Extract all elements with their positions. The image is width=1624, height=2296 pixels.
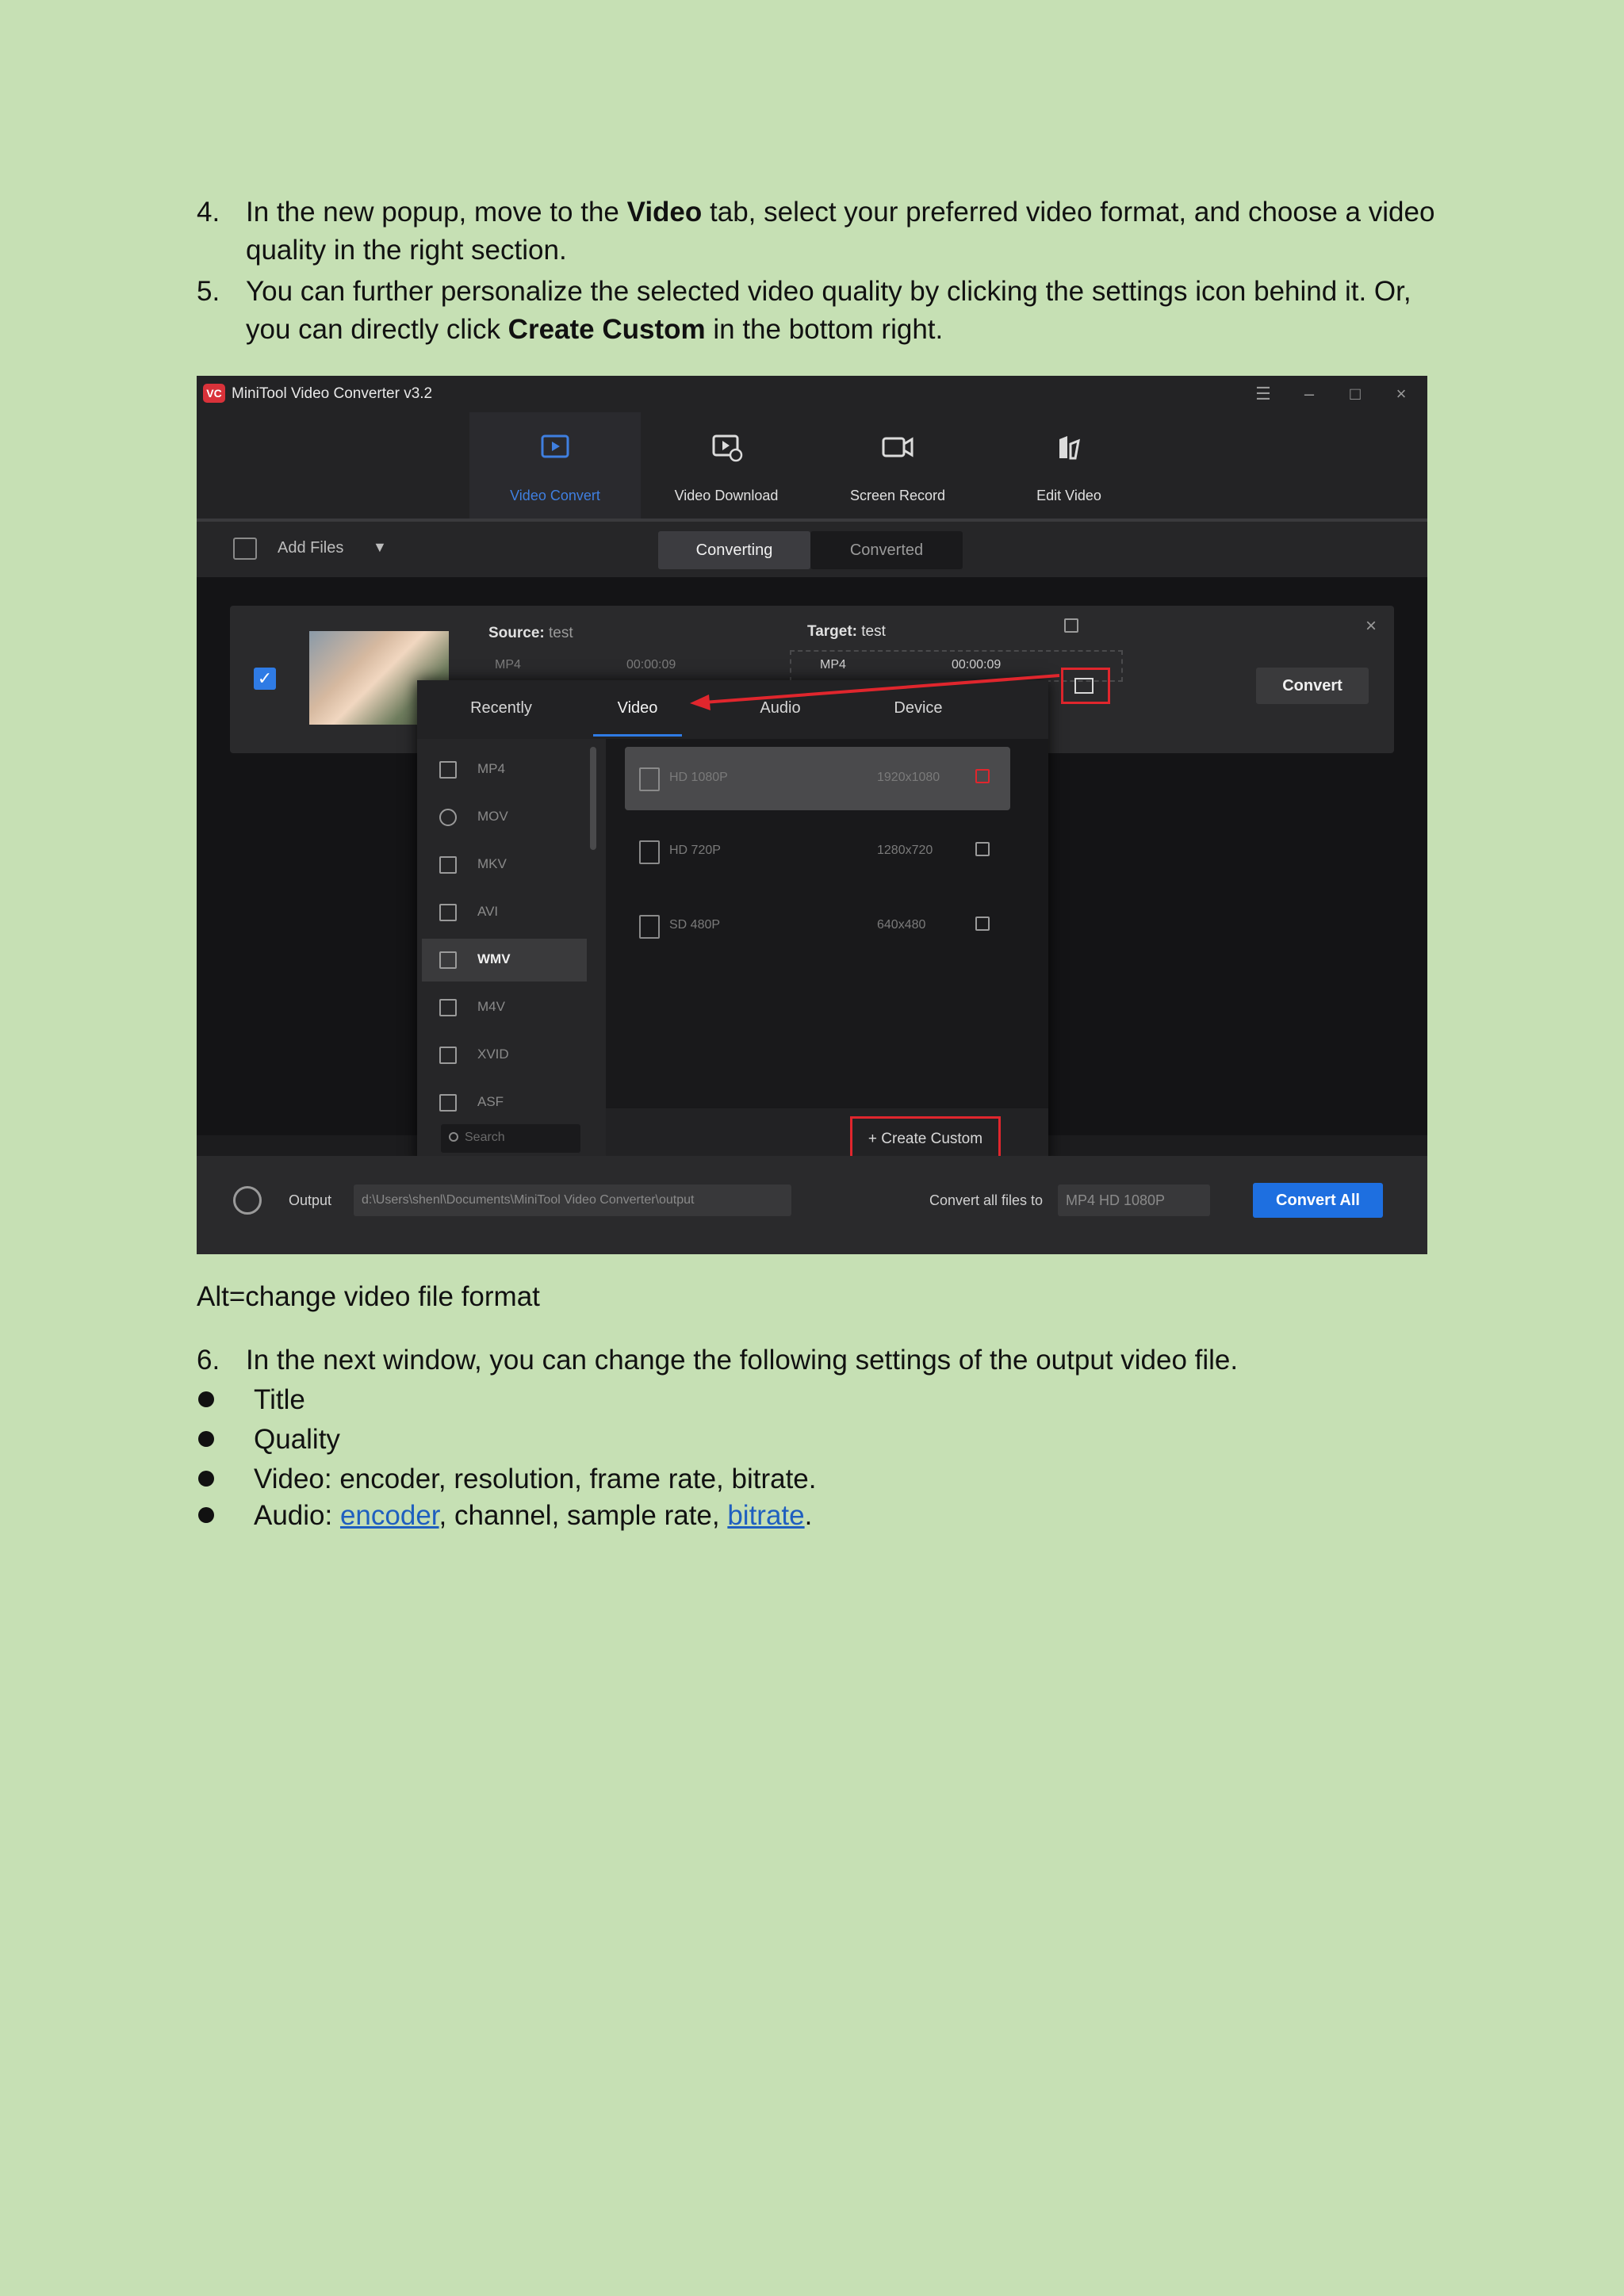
convert-all-label: Convert all files to xyxy=(929,1192,1044,1208)
bullet-icon xyxy=(198,1431,214,1447)
bold-term: Create Custom xyxy=(508,314,706,345)
alarm-clock-icon[interactable] xyxy=(233,1186,262,1215)
convert-all-button[interactable]: Convert All xyxy=(1253,1183,1383,1218)
encoder-link[interactable]: encoder xyxy=(340,1500,439,1531)
output-path-field[interactable]: d:\Users\shenl\Documents\MiniTool Video … xyxy=(354,1184,791,1216)
app-screenshot: VC MiniTool Video Converter v3.2 ☰ – □ ×… xyxy=(197,376,1427,1254)
step-text: In the next window, you can change the f… xyxy=(246,1345,1239,1376)
alt-caption: Alt=change video file format xyxy=(197,1281,540,1312)
document-page: 4. In the new popup, move to the Video t… xyxy=(0,0,1624,2296)
convert-all-format-select[interactable]: MP4 HD 1080P xyxy=(1058,1184,1210,1216)
step-text: In the new popup, move to the Video tab,… xyxy=(246,197,1435,266)
bold-term: Video xyxy=(626,197,703,228)
step-number: 6. xyxy=(197,1345,220,1376)
bullet-icon xyxy=(198,1391,214,1407)
bullet-icon xyxy=(198,1507,214,1523)
red-arrow-icon xyxy=(690,674,1060,710)
bitrate-link[interactable]: bitrate xyxy=(727,1500,804,1531)
step-number: 4. xyxy=(197,197,220,228)
step-number: 5. xyxy=(197,276,220,307)
output-label: Output xyxy=(289,1192,332,1208)
step-text: You can further personalize the selected… xyxy=(246,276,1411,345)
bullet-icon xyxy=(198,1471,214,1487)
bottom-bar: Output d:\Users\shenl\Documents\MiniTool… xyxy=(197,1156,1427,1254)
